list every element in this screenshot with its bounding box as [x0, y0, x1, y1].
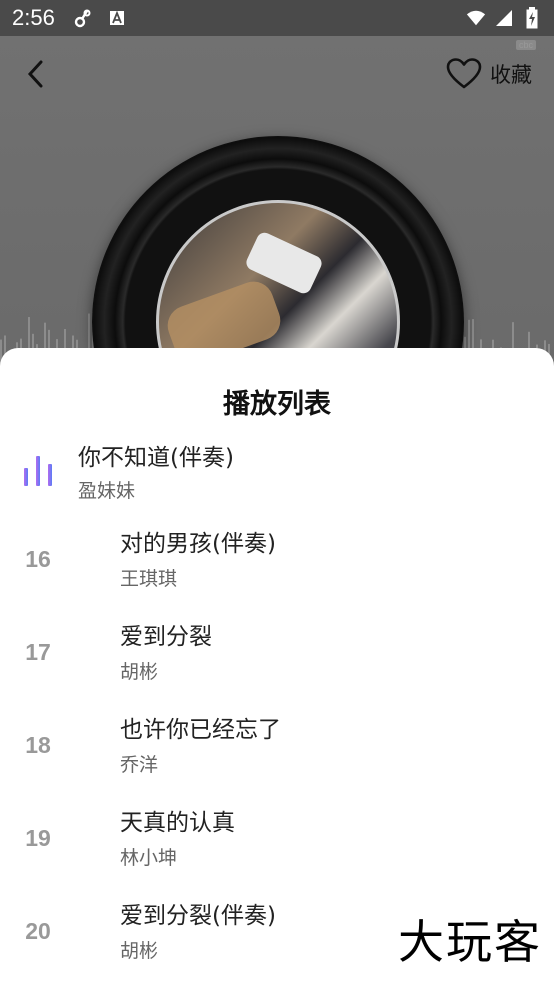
track-title: 爱到分裂(伴奏): [120, 903, 276, 929]
track-number: 17: [25, 639, 51, 665]
wifi-icon: [466, 8, 486, 28]
status-badge: cbc: [515, 40, 536, 50]
track-title: 对的男孩(伴奏): [120, 531, 276, 557]
heart-icon: [446, 58, 482, 89]
list-item[interactable]: 16 对的男孩(伴奏) 王琪琪: [0, 518, 554, 608]
track-artist: 乔洋: [120, 754, 159, 776]
signal-icon: [494, 8, 514, 28]
playlist-sheet: 播放列表 你不知道(伴奏) 盈妹妹 16 对的男孩(伴奏) 王琪琪 17 爱到分…: [0, 348, 554, 984]
list-item[interactable]: 18 也许你已经忘了 乔洋: [0, 704, 554, 794]
track-title: 也许你已经忘了: [120, 717, 281, 743]
track-title: 你不知道(伴奏): [78, 445, 234, 471]
back-button[interactable]: [16, 54, 56, 94]
current-track[interactable]: 你不知道(伴奏) 盈妹妹: [0, 432, 554, 512]
battery-charging-icon: [522, 7, 542, 29]
track-title: 天真的认真: [120, 810, 235, 836]
list-item[interactable]: 17 爱到分裂 胡彬: [0, 611, 554, 701]
status-bar: 2:56: [0, 0, 554, 36]
favorite-button[interactable]: 收藏: [446, 54, 532, 94]
status-time: 2:56: [12, 5, 55, 30]
sheet-title: 播放列表: [223, 389, 331, 420]
track-artist: 胡彬: [120, 940, 159, 962]
vinyl-record: [92, 136, 464, 376]
watermark-logo: 大玩客: [398, 915, 542, 969]
track-title: 爱到分裂: [120, 624, 212, 650]
font-a-icon: [107, 8, 127, 28]
track-number: 18: [25, 732, 51, 758]
track-number: 19: [25, 825, 51, 851]
status-right-icons: [466, 7, 542, 29]
track-artist: 胡彬: [120, 661, 159, 683]
track-artist: 王琪琪: [120, 568, 178, 590]
track-artist: 盈妹妹: [78, 480, 136, 502]
track-number: 20: [25, 918, 51, 944]
link-icon: [73, 8, 93, 28]
player-header: cbc 收藏: [0, 36, 554, 376]
track-number: 16: [25, 546, 51, 572]
equalizer-icon: [24, 456, 52, 486]
track-artist: 林小坤: [120, 847, 178, 869]
list-item[interactable]: 19 天真的认真 林小坤: [0, 797, 554, 887]
favorite-label: 收藏: [490, 63, 532, 87]
status-left-icons: [73, 8, 127, 28]
chevron-left-icon: [27, 60, 43, 88]
